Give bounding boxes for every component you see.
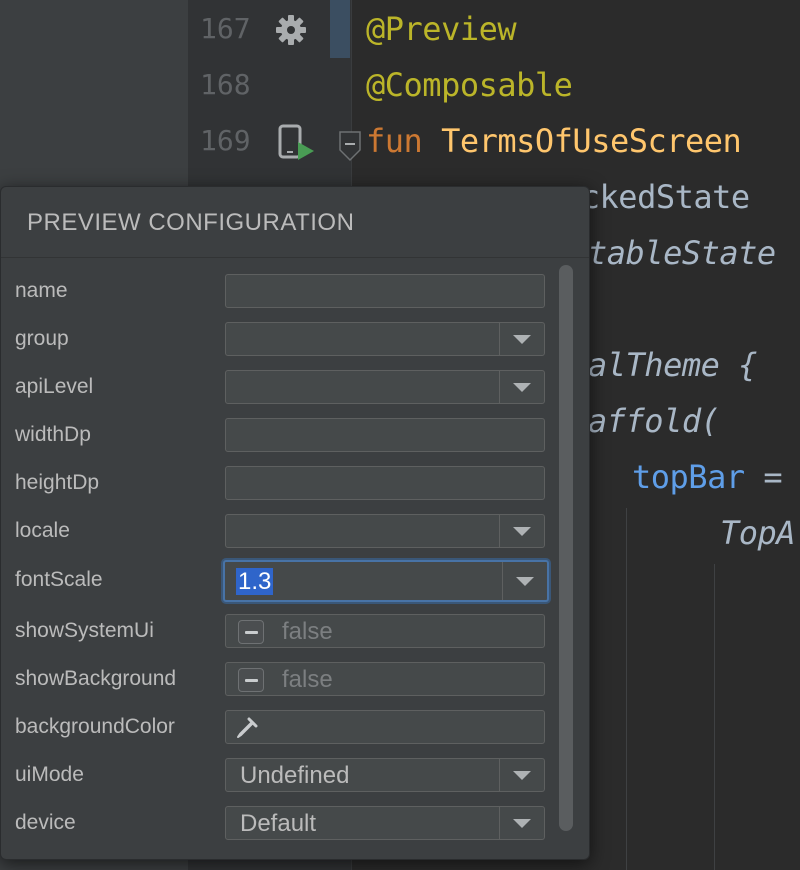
code-topbar-eq: =: [763, 458, 783, 496]
code-keyword: fun: [366, 122, 423, 160]
chevron-down-icon[interactable]: [499, 759, 544, 791]
code-topbar-line: topBar =: [632, 458, 783, 496]
field-label: showSystemUi: [15, 619, 154, 642]
chevron-down-icon[interactable]: [502, 562, 547, 600]
code-partial-checked: eckedState: [562, 178, 750, 216]
group-combobox[interactable]: [225, 322, 545, 356]
widthdp-input[interactable]: [225, 418, 545, 452]
fontscale-combobox[interactable]: 1.3: [223, 560, 549, 602]
indent-guide: [714, 564, 715, 870]
code-function-name: TermsOfUseScreen: [441, 122, 742, 160]
code-annotation-composable: @Composable: [366, 66, 573, 104]
indeterminate-checkbox-icon[interactable]: [238, 620, 264, 644]
field-row-showsystemui: showSystemUi false: [1, 614, 561, 648]
field-label: fontScale: [15, 568, 103, 591]
chevron-down-icon[interactable]: [499, 515, 544, 547]
scrollbar-thumb[interactable]: [559, 265, 573, 831]
field-row-apilevel: apiLevel: [1, 370, 561, 404]
locale-combobox[interactable]: [225, 514, 545, 548]
field-label: device: [15, 811, 76, 834]
field-row-group: group: [1, 322, 561, 356]
field-label: group: [15, 327, 69, 350]
code-function-declaration: fun TermsOfUseScreen: [366, 122, 742, 160]
chevron-down-icon[interactable]: [499, 323, 544, 355]
code-partial-scaffold: affold(: [588, 402, 720, 440]
chevron-down-icon[interactable]: [499, 807, 544, 839]
field-row-heightdp: heightDp: [1, 466, 561, 500]
field-row-showbackground: showBackground false: [1, 662, 561, 696]
name-input[interactable]: [225, 274, 545, 308]
field-row-backgroundcolor: backgroundColor: [1, 710, 561, 744]
field-row-device: device Default: [1, 806, 561, 840]
field-row-name: name: [1, 274, 561, 308]
fold-icon[interactable]: [338, 130, 362, 162]
showsystemui-checkbox-field[interactable]: false: [225, 614, 545, 648]
field-label: uiMode: [15, 763, 84, 786]
field-label: locale: [15, 519, 70, 542]
field-row-widthdp: widthDp: [1, 418, 561, 452]
field-label: apiLevel: [15, 375, 94, 398]
code-partial-topapp: TopA: [720, 514, 796, 552]
field-row-uimode: uiMode Undefined: [1, 758, 561, 792]
device-combobox[interactable]: Default: [225, 806, 545, 840]
fontscale-selected-text[interactable]: 1.3: [236, 568, 274, 595]
line-number-169: 169: [200, 124, 251, 157]
eyedropper-icon[interactable]: [234, 715, 260, 741]
field-label: name: [15, 279, 68, 302]
showbackground-checkbox-field[interactable]: false: [225, 662, 545, 696]
code-annotation-preview: @Preview: [366, 10, 517, 48]
line-number-168: 168: [200, 68, 251, 101]
chevron-down-icon[interactable]: [499, 371, 544, 403]
code-partial-table: tableState: [588, 234, 776, 272]
popup-title: PREVIEW CONFIGURATION: [27, 209, 355, 236]
field-label: showBackground: [15, 667, 177, 690]
run-icon[interactable]: [296, 140, 316, 162]
preview-configuration-popup: PREVIEW CONFIGURATION name group apiLeve…: [0, 186, 590, 860]
gear-icon[interactable]: [274, 13, 308, 47]
gutter-change-marker: [330, 0, 350, 58]
popup-scrollbar[interactable]: [557, 263, 577, 835]
indeterminate-checkbox-icon[interactable]: [238, 668, 264, 692]
uimode-combobox[interactable]: Undefined: [225, 758, 545, 792]
field-label: backgroundColor: [15, 715, 175, 738]
field-row-fontscale: fontScale 1.3: [1, 560, 561, 602]
field-label: widthDp: [15, 423, 91, 446]
apilevel-combobox[interactable]: [225, 370, 545, 404]
field-row-locale: locale: [1, 514, 561, 548]
popup-divider: [1, 257, 589, 258]
indent-guide: [626, 508, 627, 870]
backgroundcolor-input[interactable]: [225, 710, 545, 744]
heightdp-input[interactable]: [225, 466, 545, 500]
line-number-167: 167: [200, 12, 251, 45]
code-topbar-param: topBar: [632, 458, 745, 496]
code-partial-theme: alTheme {: [588, 346, 757, 384]
field-label: heightDp: [15, 471, 100, 494]
